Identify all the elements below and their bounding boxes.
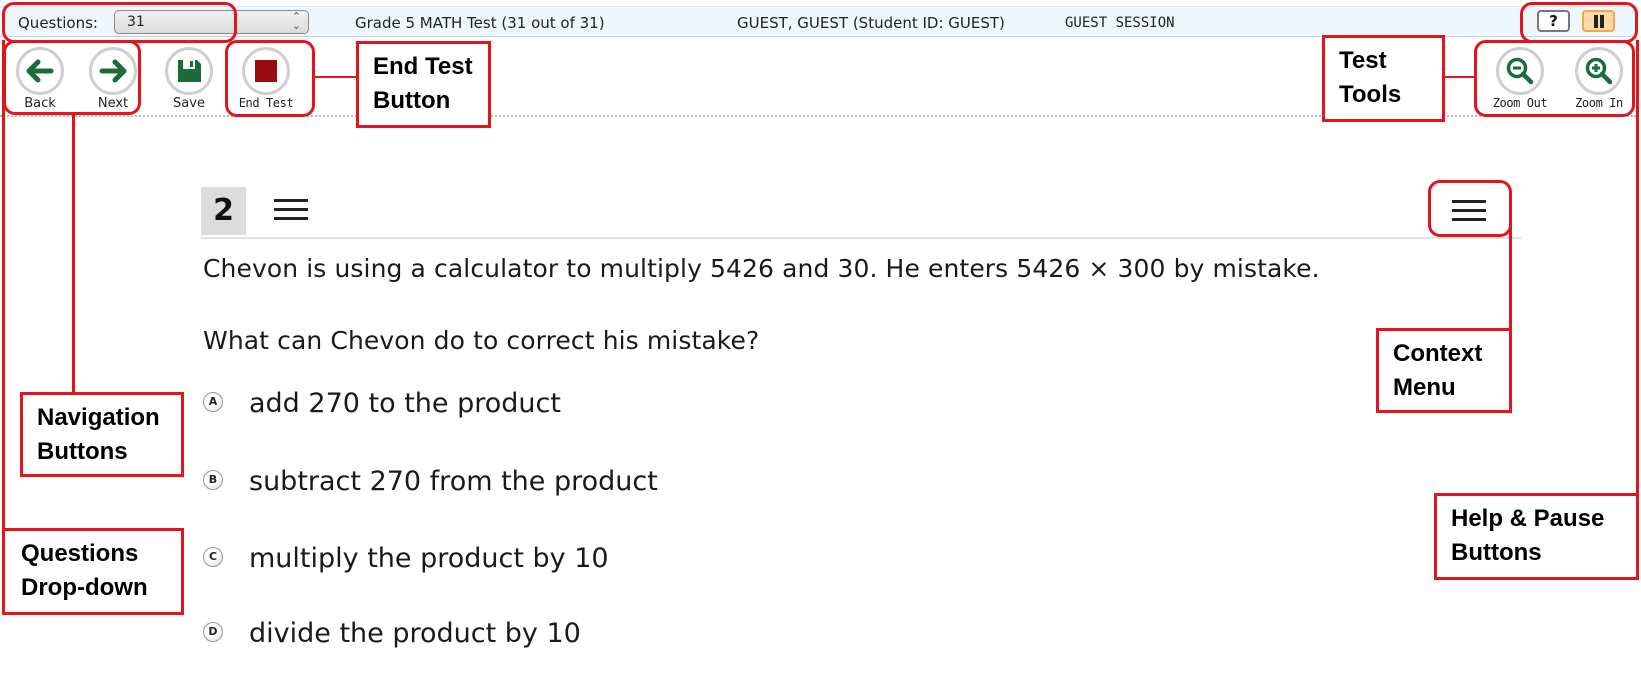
annotation-questions-dropdown: Questions Drop-down — [2, 528, 184, 615]
annotation-test-tools: Test Tools — [1322, 35, 1445, 122]
option-bubble-b[interactable]: B — [203, 469, 223, 490]
save-button[interactable]: Save — [159, 47, 219, 111]
answer-option-b[interactable]: Bsubtract 270 from the product — [203, 466, 658, 497]
option-text: subtract 270 from the product — [249, 466, 658, 497]
annotation-text: Buttons — [37, 438, 128, 465]
answer-option-d[interactable]: Ddivide the product by 10 — [203, 618, 581, 649]
connector-line — [1443, 76, 1476, 78]
annotation-highlight-help-pause — [1520, 2, 1638, 43]
test-title: Grade 5 MATH Test (31 out of 31) — [355, 14, 605, 32]
annotation-text: Buttons — [1451, 539, 1542, 566]
question-prompt: What can Chevon do to correct his mistak… — [203, 326, 760, 355]
save-label: Save — [173, 96, 205, 111]
option-bubble-c[interactable]: C — [203, 546, 223, 567]
option-text: divide the product by 10 — [249, 618, 581, 649]
question-number: 2 — [201, 187, 246, 235]
annotation-text: Button — [373, 87, 451, 114]
annotation-text: Test — [1339, 47, 1387, 74]
connector-line — [1509, 200, 1512, 330]
option-text: add 270 to the product — [249, 388, 561, 419]
connector-line — [1636, 40, 1639, 495]
annotation-navigation: Navigation Buttons — [20, 392, 184, 477]
connector-line — [2, 40, 5, 530]
answer-option-c[interactable]: Cmultiply the product by 10 — [203, 543, 609, 574]
annotation-text: Questions — [21, 540, 139, 567]
annotation-text: Context — [1393, 340, 1483, 367]
annotation-text: End Test — [373, 53, 473, 80]
connector-line — [72, 115, 75, 395]
top-info-bar: Questions: 31 ⌃ ⌄ Grade 5 MATH Test (31 o… — [0, 6, 1636, 37]
annotation-highlight-questions — [2, 2, 237, 43]
annotation-highlight-navigation — [3, 40, 141, 115]
save-disk-icon — [165, 47, 213, 95]
chevron-updown-icon: ⌃ ⌄ — [291, 10, 301, 32]
answer-option-a[interactable]: Aadd 270 to the product — [203, 388, 561, 419]
annotation-highlight-context-menu — [1428, 180, 1512, 237]
annotation-highlight-test-tools — [1474, 40, 1635, 117]
student-info: GUEST, GUEST (Student ID: GUEST) — [737, 14, 1005, 32]
annotation-text: Drop-down — [21, 574, 148, 601]
option-bubble-a[interactable]: A — [203, 391, 223, 412]
annotation-text: Help & Pause — [1451, 505, 1605, 532]
annotation-context-menu: Context Menu — [1376, 328, 1512, 413]
annotation-highlight-end-test — [225, 40, 315, 117]
session-label: GUEST SESSION — [1065, 15, 1175, 31]
question-menu-icon[interactable] — [274, 199, 308, 221]
question-header-divider — [201, 237, 1521, 239]
annotation-text: Menu — [1393, 374, 1456, 401]
annotation-end-test: End Test Button — [356, 41, 491, 128]
annotation-help-pause: Help & Pause Buttons — [1434, 493, 1639, 580]
question-stem: Chevon is using a calculator to multiply… — [203, 254, 1320, 283]
option-text: multiply the product by 10 — [249, 543, 609, 574]
annotation-text: Navigation — [37, 404, 160, 431]
annotation-text: Tools — [1339, 81, 1402, 108]
connector-line — [315, 76, 358, 78]
option-bubble-d[interactable]: D — [203, 621, 223, 642]
